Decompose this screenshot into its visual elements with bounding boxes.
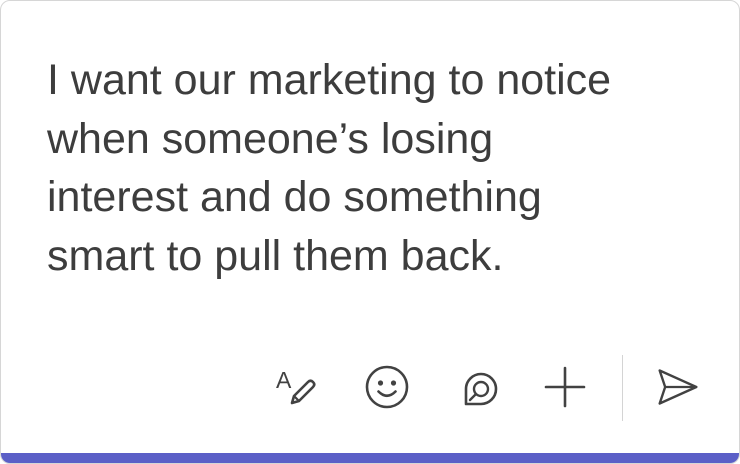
send-button[interactable]: [656, 365, 700, 409]
loop-component-icon: [464, 372, 498, 406]
emoji-smile-icon: [365, 365, 409, 409]
focus-accent-bar: [1, 453, 739, 463]
send-icon: [658, 369, 698, 405]
toolbar-divider: [622, 355, 623, 421]
emoji-button[interactable]: [365, 365, 409, 409]
loop-component-button[interactable]: [455, 365, 499, 409]
svg-text:A: A: [276, 367, 292, 393]
message-input-text[interactable]: I want our marketing to notice when some…: [47, 51, 707, 285]
plus-icon: [544, 366, 586, 408]
compose-toolbar: A: [1, 355, 739, 421]
format-text-pen-icon: A: [276, 367, 316, 405]
format-button[interactable]: A: [275, 365, 319, 409]
attach-button[interactable]: [543, 365, 587, 409]
message-compose-box[interactable]: I want our marketing to notice when some…: [0, 0, 740, 464]
